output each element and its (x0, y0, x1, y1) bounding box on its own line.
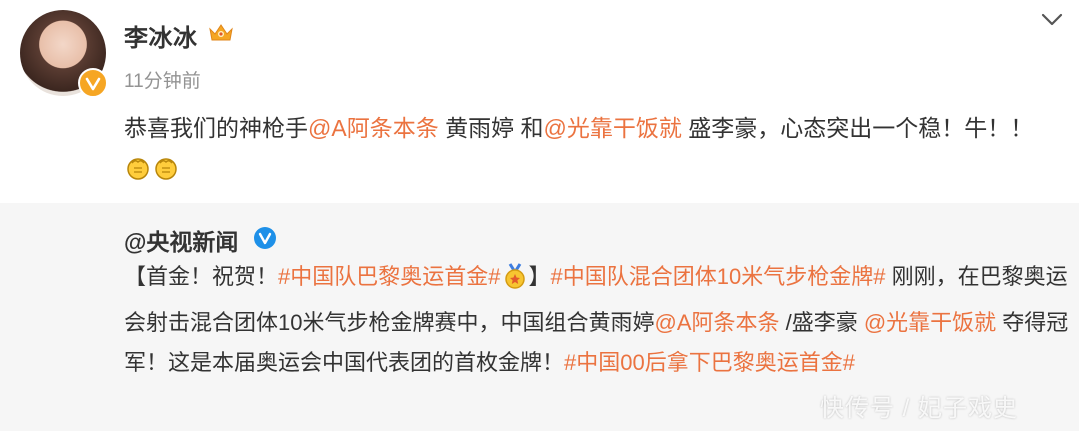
mention-link[interactable]: @光靠干饭就 (864, 310, 996, 335)
weibo-post: 李冰冰 11分钟前 恭喜我们的神枪手@A阿条本条 黄雨婷 和@光靠干饭就 盛李豪… (0, 0, 1079, 431)
hashtag-link[interactable]: #中国队混合团体10米气步枪金牌# (551, 264, 886, 289)
hashtag-link[interactable]: #中国队巴黎奥运首金# (278, 264, 500, 289)
post-text-segment: 盛李豪，心态突出一个稳！牛！！ (681, 115, 1034, 141)
avatar-wrap[interactable] (20, 10, 108, 98)
crown-icon (209, 24, 233, 41)
repost-text-segment: 】 (528, 264, 551, 289)
post-text-segment: 黄雨婷 和 (438, 115, 544, 141)
repost-text: 【首金！祝贺！#中国队巴黎奥运首金# 】#中国队混合团体10米气步枪金牌# 刚刚… (124, 257, 1069, 383)
verified-badge-icon (78, 68, 108, 98)
clapping-hands-icon (124, 153, 152, 193)
repost-text-segment: 【首金！祝贺！ (124, 264, 279, 289)
clapping-hands-icon (152, 153, 180, 193)
hashtag-link[interactable]: #中国00后拿下巴黎奥运首金# (564, 350, 855, 375)
post-text-segment: 恭喜我们的神枪手 (124, 115, 308, 141)
username[interactable]: 李冰冰 (124, 18, 198, 53)
post-time[interactable]: 11分钟前 (124, 66, 201, 93)
watermark: 快传号 / 妃子戏史 (820, 395, 1019, 422)
chevron-down-icon[interactable] (1040, 10, 1064, 28)
repost-text-segment: /盛李豪 (779, 310, 864, 335)
mention-link[interactable]: @A阿条本条 (308, 115, 439, 141)
gold-medal-icon (501, 262, 529, 303)
blue-verified-icon (254, 227, 276, 249)
mention-link[interactable]: @光靠干饭就 (543, 115, 681, 141)
mention-link[interactable]: @A阿条本条 (654, 310, 779, 335)
post-text: 恭喜我们的神枪手@A阿条本条 黄雨婷 和@光靠干饭就 盛李豪，心态突出一个稳！牛… (124, 108, 1064, 193)
repost-author[interactable]: @央视新闻 (124, 223, 238, 257)
